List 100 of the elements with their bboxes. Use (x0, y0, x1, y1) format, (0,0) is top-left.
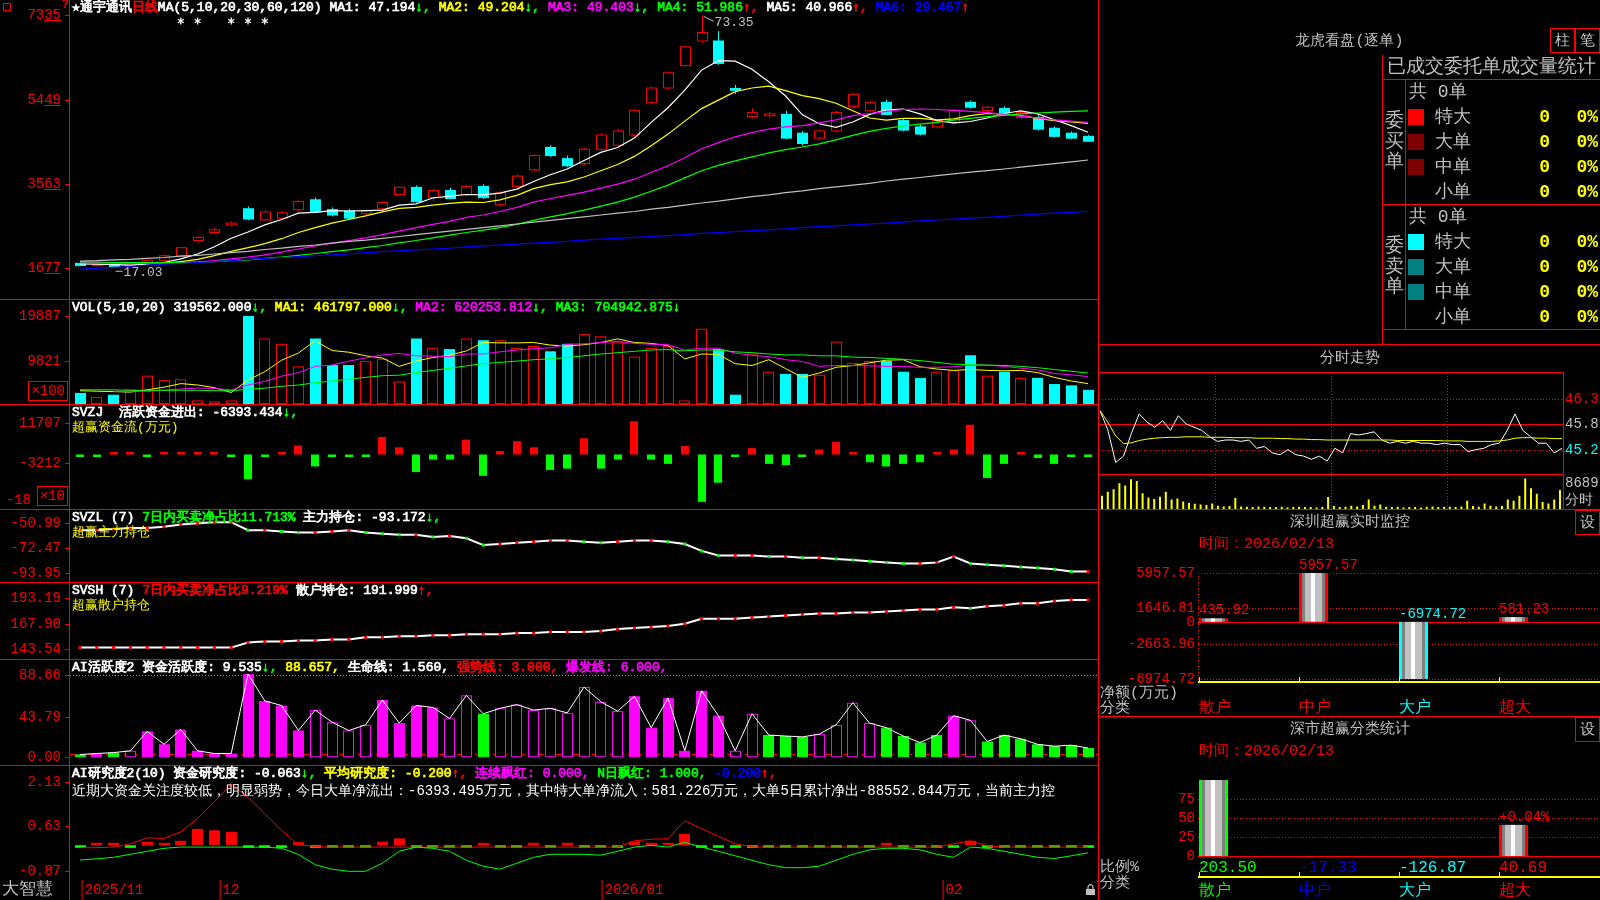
legend-item: MA2: 620253.812 (415, 300, 533, 315)
date-label: 2026/01 (604, 880, 664, 900)
value-label: 203.50 (1199, 860, 1257, 876)
legend-item: ↓, (261, 660, 279, 675)
legend-item: MA6: 29.467 (875, 0, 962, 15)
value-label: 40.69 (1499, 860, 1547, 876)
legend-item: 爆发线: 6.000, (566, 660, 668, 675)
order-percent: 0% (1576, 106, 1598, 129)
category-label: 中户 (1299, 883, 1331, 899)
order-percent: 0% (1576, 131, 1598, 154)
annotation: 17.03 (123, 265, 163, 281)
axis-title: 分类 (1100, 876, 1130, 892)
axis-label: 0 (1186, 848, 1195, 864)
legend-item: ↑, (417, 583, 434, 598)
order-count: 0 (1539, 155, 1550, 178)
legend-item: ↓, (425, 510, 442, 525)
order-count: 0 (1539, 231, 1550, 254)
legend-item: ↑, (852, 0, 869, 15)
axis-label: 88.66 (19, 667, 61, 684)
legend-item: 日线 (131, 0, 158, 15)
axis-label: 0.00 (27, 749, 61, 765)
order-percent: 0% (1576, 155, 1598, 178)
analysis-text: 近期大资金关注度较低，明显弱势，今日大单净流出：-6393.495万元，其中特大单净流入：581.226万元，大单5日累计净出-88552.844万元，当前主力控 (72, 782, 1055, 801)
axis-label: 9821 (27, 352, 61, 369)
time-label: 时间：2026/02/13 (1199, 742, 1334, 761)
order-count: 0 (1539, 131, 1550, 154)
group-label: 委买单 (1384, 110, 1404, 174)
axis-label: -18 (5, 492, 31, 508)
legend-item: MA3: 704942.875↓ (555, 300, 681, 315)
legend-item: MA3: 49.403 (547, 0, 634, 15)
order-size-label: 小单 (1435, 180, 1471, 203)
legend-item: N日飘红: 1.000, (597, 766, 708, 781)
legend-item: 连续飘红: 0.000, (475, 766, 591, 781)
software-name-label: 大智慧 (2, 880, 53, 899)
time-label: 时间：2026/02/13 (1199, 535, 1334, 554)
order-percent: 0% (1576, 280, 1598, 303)
axis-label: 2.13 (27, 773, 61, 790)
legend-item: 7日内买卖净占比9.219% (142, 583, 288, 598)
legend-item: 主力持仓: -93.172 (302, 510, 426, 525)
order-percent: 0% (1576, 231, 1598, 254)
value-label: -6974.72 (1399, 605, 1467, 622)
order-size-label: 小单 (1435, 305, 1471, 328)
legend-item: VOL(5,10,20) 319562.000 (72, 300, 252, 315)
order-count: 0 (1539, 106, 1550, 129)
order-size-label: 特大 (1435, 106, 1471, 129)
axis-label: 45.2 (1565, 441, 1599, 458)
axis-title: 分时 (1565, 492, 1593, 508)
price-annotation: 17.03 (115, 265, 163, 281)
order-total-label: 共 0单 (1408, 81, 1467, 104)
legend-item: ★通宇通讯 (72, 0, 132, 15)
legend-item: MA5: 40.966 (766, 0, 853, 15)
axis-label: 75 (1178, 791, 1195, 807)
legend-item: ↓, (251, 300, 269, 315)
order-size-label: 大单 (1435, 256, 1471, 279)
axis-label: 19887 (19, 308, 61, 324)
category-label: 大户 (1399, 700, 1431, 716)
value-label: 581.23 (1499, 601, 1550, 618)
order-size-label: 中单 (1435, 280, 1471, 303)
axis-label: 50 (1178, 810, 1195, 826)
category-label: 中户 (1299, 700, 1331, 716)
legend-item: MA1: 461797.000 (274, 300, 392, 315)
legend-item: ↑, (743, 0, 760, 15)
order-percent: 0% (1576, 305, 1598, 328)
legend-item: ↓, (282, 405, 299, 420)
legend-item: ↓, (524, 0, 542, 15)
value-label: -17.33 (1299, 860, 1357, 876)
category-label: 超大 (1499, 700, 1531, 716)
category-label: 散户 (1199, 883, 1231, 899)
order-count: 0 (1539, 256, 1550, 279)
legend-item: ↓, (415, 0, 432, 15)
order-count: 0 (1539, 180, 1550, 203)
legend-item: SVZL (7) (72, 510, 136, 525)
legend-item: ↑, (761, 766, 777, 781)
axis-label: -93.95 (10, 564, 61, 581)
axis-label: 0.63 (27, 818, 61, 835)
legend-item: ↑ (961, 0, 970, 15)
panel-title: 龙虎看盘(逐单) (1295, 33, 1404, 51)
category-label: 大户 (1399, 883, 1431, 899)
change-annotation: +0.04% (1499, 808, 1550, 825)
axis-label: 5449 (27, 91, 61, 108)
unit-label: ×10 (36, 486, 68, 506)
legend-item: MA(5,10,20,30,60,120) MA1: 47.194 (157, 0, 416, 15)
legend-item: SVSH (7) (72, 583, 136, 598)
axis-label: 1677 (27, 260, 61, 277)
order-percent: 0% (1576, 256, 1598, 279)
legend-item: AI活跃度2 资金活跃度: 9.535 (72, 660, 262, 675)
legend-item: SVZJ 活跃资金进出: -6393.434 (72, 405, 283, 420)
indicator-subtitle: 超赢散户持仓 (72, 598, 150, 613)
legend-item: MA2: 49.204 (438, 0, 525, 15)
category-label: 散户 (1199, 700, 1231, 716)
legend-item: -0.200 (714, 766, 762, 781)
axis-label: 25 (1178, 829, 1195, 845)
category-label: 超大 (1499, 883, 1531, 899)
help-mark: ? (61, 0, 69, 12)
axis-label: 193.19 (10, 589, 61, 606)
axis-label: 143.54 (10, 641, 61, 658)
value-label: 435.92 (1199, 602, 1250, 619)
legend-item: ↑, (451, 766, 469, 781)
value-label: -126.87 (1399, 860, 1467, 876)
legend-item: AI研究度2(10) 资金研究度: -0.063 (72, 766, 301, 781)
